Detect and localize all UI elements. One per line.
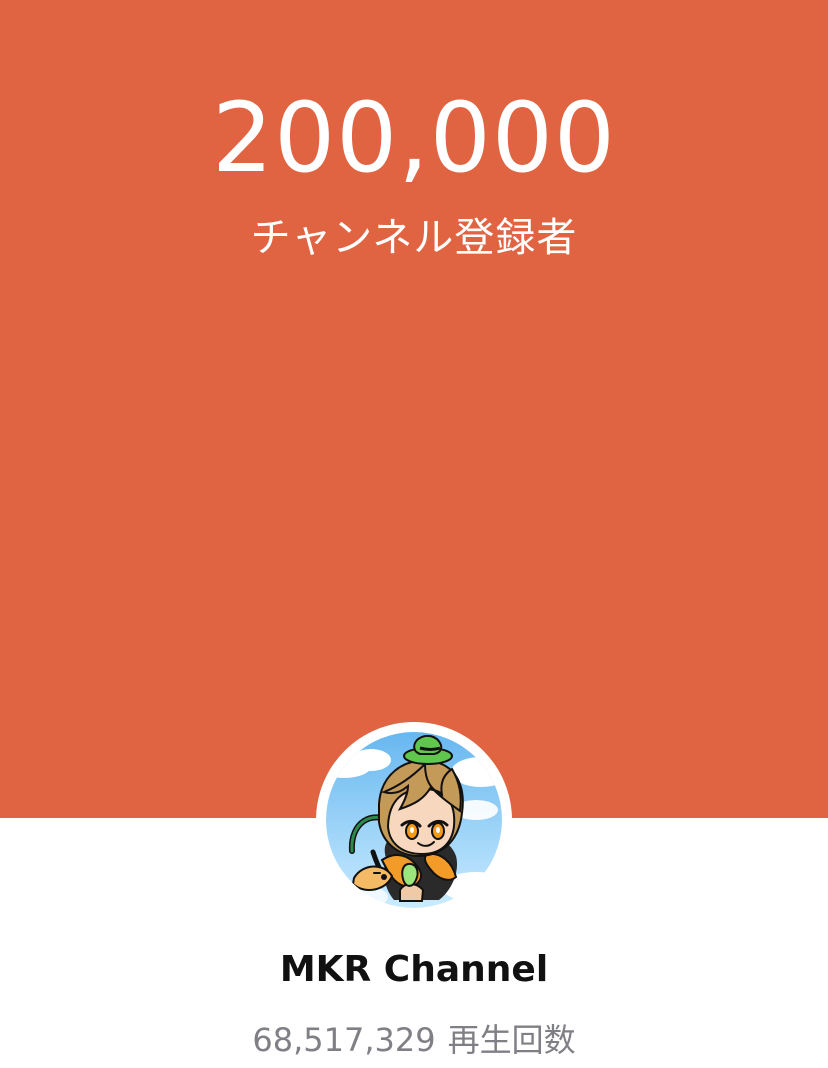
avatar-illustration-icon bbox=[326, 732, 502, 908]
subscriber-milestone-label: チャンネル登録者 bbox=[250, 215, 578, 261]
milestone-banner: 200,000 チャンネル登録者 bbox=[0, 0, 828, 818]
channel-view-count: 68,517,329 再生回数 bbox=[0, 1016, 828, 1064]
channel-avatar-icon[interactable] bbox=[326, 732, 502, 908]
view-count-label: 再生回数 bbox=[447, 1021, 576, 1059]
subscriber-milestone-count: 200,000 bbox=[212, 82, 616, 194]
milestone-card: 200,000 チャンネル登録者 MKR Channel 68,517,329 … bbox=[0, 0, 828, 1068]
channel-name[interactable]: MKR Channel bbox=[0, 942, 828, 998]
view-count-value: 68,517,329 bbox=[252, 1021, 436, 1059]
